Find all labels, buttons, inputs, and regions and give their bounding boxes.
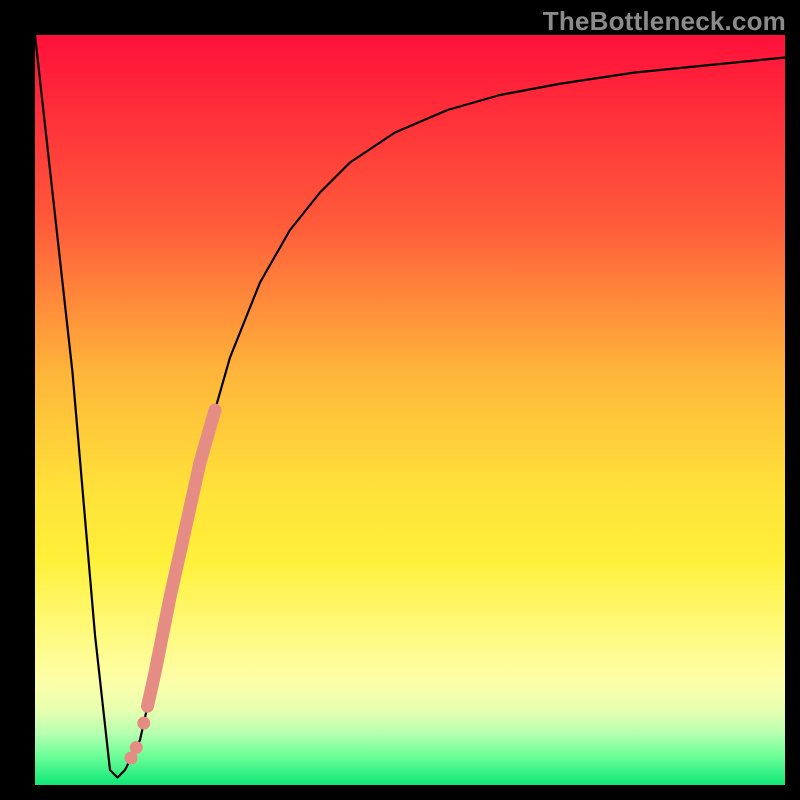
chart-frame: TheBottleneck.com bbox=[0, 0, 800, 800]
highlight-dots bbox=[125, 717, 151, 765]
watermark-text: TheBottleneck.com bbox=[543, 6, 786, 37]
highlight-segment bbox=[148, 410, 216, 706]
plot-area bbox=[35, 35, 785, 785]
chart-svg bbox=[35, 35, 785, 785]
highlight-dot bbox=[137, 717, 150, 730]
bottleneck-curve bbox=[35, 35, 785, 778]
highlight-dot bbox=[125, 752, 138, 765]
